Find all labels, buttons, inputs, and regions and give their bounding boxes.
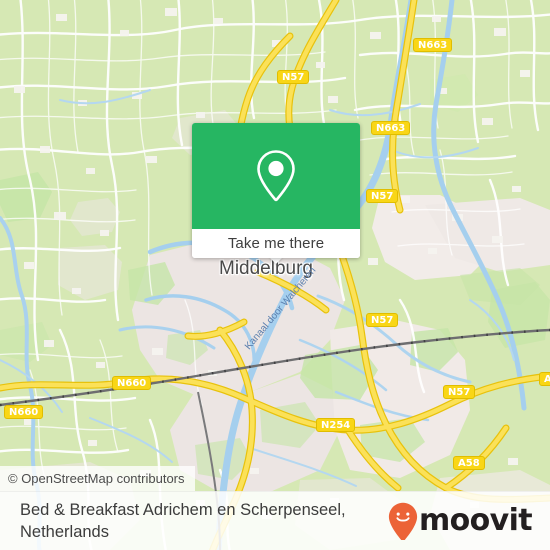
popup-hero [192,123,360,229]
location-popup-card[interactable]: Take me there [192,123,360,258]
location-title: Bed & Breakfast Adrichem en Scherpenseel… [20,501,346,541]
moovit-logo[interactable]: moovit [388,502,533,540]
road-shield-n57: N57 [366,189,399,203]
footer-bar: Bed & Breakfast Adrichem en Scherpenseel… [0,491,550,550]
road-shield-a58: A58 [453,456,485,470]
moovit-smiley-pin-icon [388,502,418,540]
road-shield-n663: N663 [413,38,453,52]
moovit-wordmark: moovit [418,503,533,538]
take-me-there-button[interactable]: Take me there [192,229,360,258]
map-pin-icon [254,148,298,204]
road-shield-n57: N57 [366,313,399,327]
popup-pointer [269,257,283,264]
road-shield-n254: N254 [316,418,356,432]
osm-attribution[interactable]: © OpenStreetMap contributors [0,466,195,491]
road-shield-n57: N57 [277,70,310,84]
road-shield-n57: N57 [443,385,476,399]
road-shield-n660: N660 [4,405,44,419]
moovit-map-screenshot: N663 N57 N663 N57 N57 N660 N660 N57 A N254 A58 Mid… [0,0,550,550]
road-shield-n660: N660 [112,376,152,390]
road-shield-n663: N663 [371,121,411,135]
road-shield-a: A [539,372,550,386]
